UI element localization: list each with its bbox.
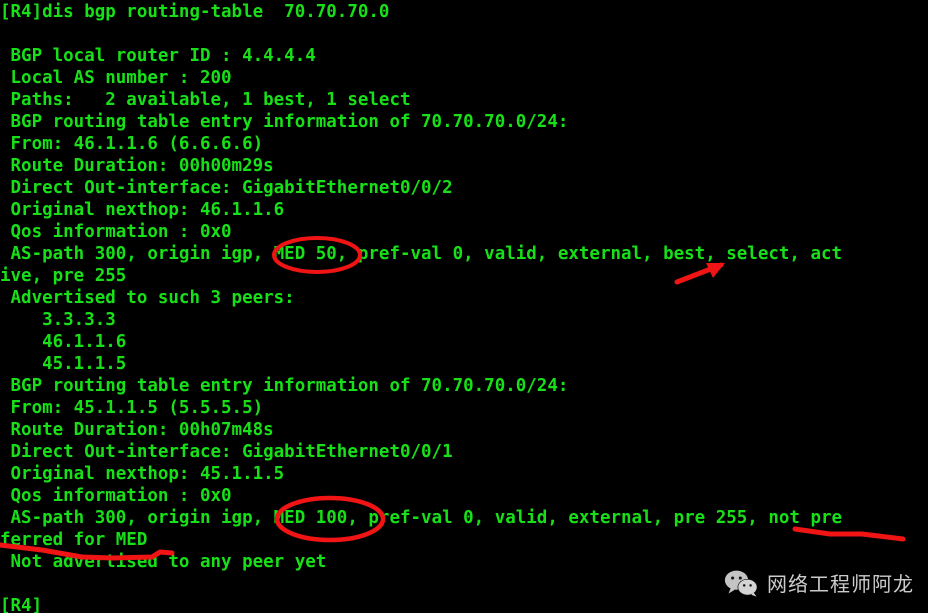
terminal-line: ive, pre 255 [0, 266, 127, 286]
terminal-line: [R4] [0, 596, 43, 613]
terminal-line: 46.1.1.6 [0, 332, 127, 352]
terminal-line: 45.1.1.5 [0, 354, 127, 374]
terminal-line: AS-path 300, origin igp, MED 50, pref-va… [0, 244, 843, 264]
terminal-line: Route Duration: 00h07m48s [0, 420, 274, 440]
terminal-line: [R4]dis bgp routing-table 70.70.70.0 [0, 2, 390, 22]
terminal-line: AS-path 300, origin igp, MED 100, pref-v… [0, 508, 843, 528]
terminal-line: Direct Out-interface: GigabitEthernet0/0… [0, 442, 453, 462]
watermark: 网络工程师阿龙 [724, 570, 914, 597]
terminal-screen: [R4]dis bgp routing-table 70.70.70.0 BGP… [0, 0, 928, 613]
terminal-line: 3.3.3.3 [0, 310, 116, 330]
terminal-line: Local AS number : 200 [0, 68, 232, 88]
wechat-icon [724, 570, 758, 597]
terminal-line: Qos information : 0x0 [0, 486, 232, 506]
terminal-line: BGP local router ID : 4.4.4.4 [0, 46, 316, 66]
terminal-line: ferred for MED [0, 530, 148, 550]
terminal-line: From: 46.1.1.6 (6.6.6.6) [0, 134, 264, 154]
terminal-line: Original nexthop: 46.1.1.6 [0, 200, 285, 220]
terminal-line: Original nexthop: 45.1.1.5 [0, 464, 285, 484]
terminal-line: Qos information : 0x0 [0, 222, 232, 242]
terminal-line: BGP routing table entry information of 7… [0, 376, 569, 396]
terminal-line: Route Duration: 00h00m29s [0, 156, 274, 176]
terminal-line: Direct Out-interface: GigabitEthernet0/0… [0, 178, 453, 198]
terminal-line: BGP routing table entry information of 7… [0, 112, 569, 132]
terminal-line: Paths: 2 available, 1 best, 1 select [0, 90, 411, 110]
terminal-output[interactable]: [R4]dis bgp routing-table 70.70.70.0 BGP… [0, 0, 928, 613]
terminal-line: Advertised to such 3 peers: [0, 288, 295, 308]
terminal-line: From: 45.1.1.5 (5.5.5.5) [0, 398, 264, 418]
watermark-text: 网络工程师阿龙 [767, 571, 914, 596]
